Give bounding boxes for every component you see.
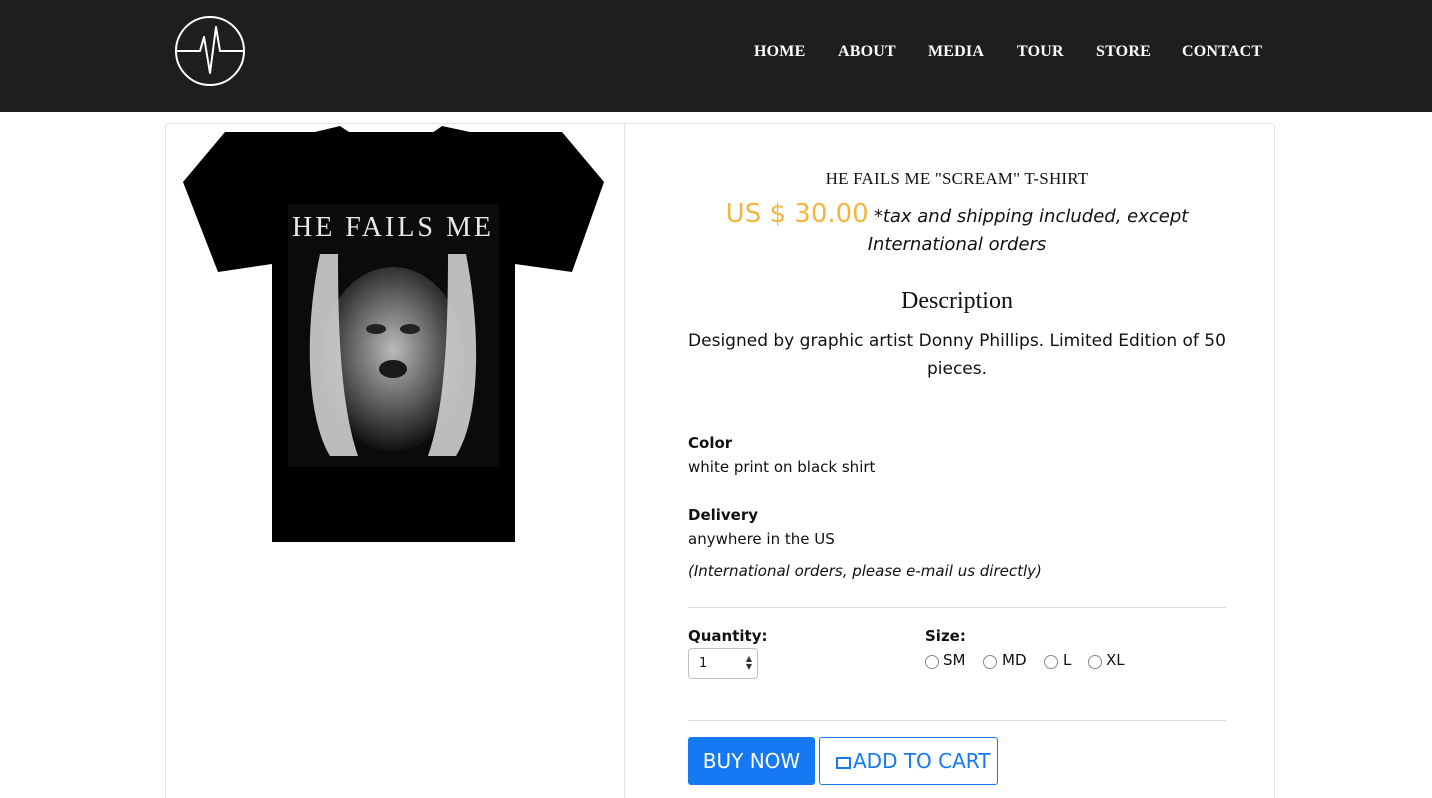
shirt-print-text: HE FAILS ME — [292, 212, 494, 243]
size-radio-l[interactable] — [1044, 655, 1058, 669]
price-block: US $ 30.00 *tax and shipping included, e… — [688, 200, 1226, 259]
color-label: Color — [688, 434, 733, 452]
nav-store[interactable]: STORE — [1096, 42, 1151, 62]
add-to-cart-label: ADD TO CART — [853, 749, 991, 773]
stepper-arrows-icon[interactable]: ▲ ▼ — [746, 655, 752, 671]
delivery-value: anywhere in the US — [688, 530, 835, 548]
product-price: US $ 30.00 — [725, 199, 869, 229]
divider — [688, 720, 1226, 721]
cart-icon — [836, 757, 851, 769]
add-to-cart-button[interactable]: ADD TO CART — [819, 737, 998, 785]
size-option-xl: XL — [1106, 651, 1125, 669]
buy-now-button[interactable]: BUY NOW — [688, 737, 815, 785]
size-radio-xl[interactable] — [1088, 655, 1102, 669]
size-radio-md[interactable] — [983, 655, 997, 669]
quantity-value: 1 — [699, 656, 708, 671]
main-nav: HOME ABOUT MEDIA TOUR STORE CONTACT — [0, 42, 1432, 66]
nav-home[interactable]: HOME — [754, 42, 805, 62]
size-radio-sm[interactable] — [925, 655, 939, 669]
nav-contact[interactable]: CONTACT — [1182, 42, 1262, 62]
size-option-sm: SM — [943, 651, 966, 669]
size-option-l: L — [1063, 651, 1072, 669]
price-note: *tax and shipping included, except Inter… — [867, 206, 1189, 255]
description-text: Designed by graphic artist Donny Phillip… — [688, 331, 1226, 379]
description-heading: Description — [901, 288, 1013, 314]
divider — [688, 607, 1226, 608]
quantity-label: Quantity: — [688, 627, 768, 645]
delivery-label: Delivery — [688, 506, 759, 524]
delivery-note: (International orders, please e-mail us … — [688, 562, 1042, 580]
top-navbar: HOME ABOUT MEDIA TOUR STORE CONTACT — [0, 0, 1432, 112]
product-image-tshirt[interactable]: HE FAILS ME — [180, 124, 606, 544]
product-title: HE FAILS ME "SCREAM" T-SHIRT — [825, 169, 1089, 188]
nav-media[interactable]: MEDIA — [928, 42, 984, 62]
nav-tour[interactable]: TOUR — [1017, 42, 1064, 62]
nav-about[interactable]: ABOUT — [838, 42, 896, 62]
size-option-md: MD — [1002, 651, 1027, 669]
panel-divider — [624, 124, 625, 798]
quantity-stepper[interactable]: 1 ▲ ▼ — [688, 648, 758, 679]
color-value: white print on black shirt — [688, 458, 876, 476]
size-label: Size: — [925, 627, 966, 645]
